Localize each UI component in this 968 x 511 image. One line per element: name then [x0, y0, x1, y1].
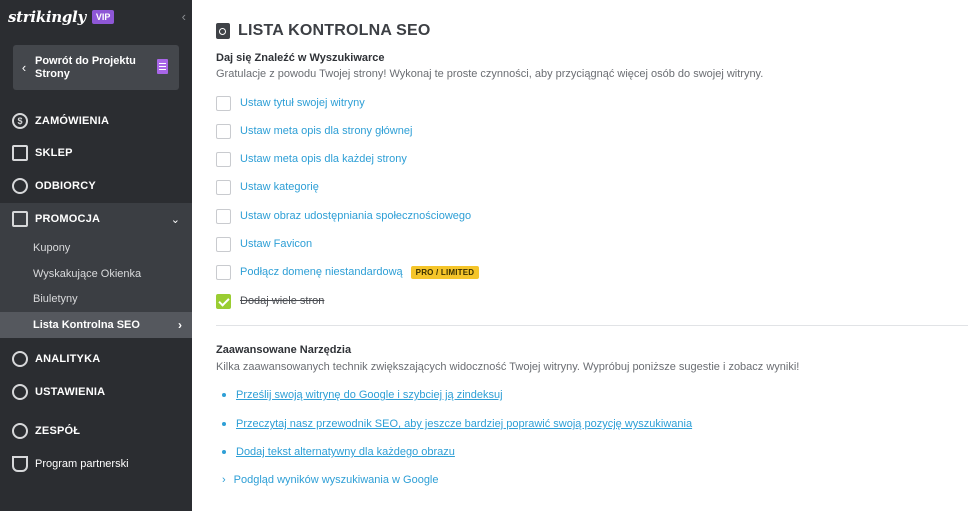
checklist-label[interactable]: Ustaw tytuł swojej witryny	[240, 97, 365, 109]
sidebar-item-analytics[interactable]: ANALITYKA	[0, 343, 192, 375]
checkbox[interactable]	[216, 236, 231, 252]
advanced-link[interactable]: Prześlij swoją witrynę do Google i szybc…	[222, 389, 503, 401]
checklist-item[interactable]: Ustaw meta opis dla każdej strony	[216, 151, 407, 167]
bullet-icon	[222, 450, 226, 454]
checklist-label[interactable]: Ustaw obraz udostępniania społecznościow…	[240, 210, 471, 222]
checkbox[interactable]	[216, 179, 231, 195]
checklist-label: Dodaj wiele stron	[240, 295, 325, 307]
vip-badge: VIP	[91, 10, 115, 24]
sidebar-item-settings[interactable]: USTAWIENIA	[0, 376, 192, 408]
sidebar-item-label: SKLEP	[35, 147, 73, 159]
checklist-item[interactable]: Ustaw meta opis dla strony głównej	[216, 123, 412, 139]
chevron-left-icon: ‹	[21, 60, 27, 75]
sidebar-item-label: Lista Kontrolna SEO	[33, 319, 140, 331]
link-text[interactable]: Dodaj tekst alternatywny dla każdego obr…	[236, 446, 455, 458]
checkbox[interactable]	[216, 123, 231, 139]
sidebar: strikingly VIP ‹ ‹ Powrót do Projektu St…	[0, 0, 192, 511]
advanced-link[interactable]: Dodaj tekst alternatywny dla każdego obr…	[222, 446, 455, 458]
sidebar-item-audience[interactable]: ODBIORCY	[0, 170, 192, 202]
sidebar-item-partner[interactable]: Program partnerski	[0, 448, 192, 480]
divider	[216, 325, 968, 326]
checklist-label[interactable]: Ustaw meta opis dla każdej strony	[240, 153, 407, 165]
bullet-icon	[222, 422, 226, 426]
checkbox-checked[interactable]	[216, 293, 231, 309]
sidebar-item-promotion[interactable]: PROMOCJA ⌄	[0, 203, 192, 235]
megaphone-icon	[12, 211, 28, 227]
sidebar-subitem-coupons[interactable]: Kupony	[0, 235, 192, 261]
sidebar-subitem-popups[interactable]: Wyskakujące Okienka	[0, 261, 192, 287]
sidebar-item-label: ZESPÓŁ	[35, 425, 81, 437]
sidebar-item-label: Program partnerski	[35, 458, 129, 470]
section-title-find: Daj się Znaleźć w Wyszukiwarce	[216, 52, 385, 64]
link-text[interactable]: Podgląd wyników wyszukiwania w Google	[234, 474, 439, 486]
section-desc-find: Gratulacje z powodu Twojej strony! Wykon…	[216, 68, 764, 80]
section-title-advanced: Zaawansowane Narzędzia	[216, 344, 352, 356]
link-text[interactable]: Przeczytaj nasz przewodnik SEO, aby jesz…	[236, 418, 692, 430]
checklist-label[interactable]: Podłącz domenę niestandardową	[240, 266, 403, 278]
chevron-right-icon: ›	[222, 474, 226, 486]
checklist-label[interactable]: Ustaw kategorię	[240, 181, 319, 193]
back-to-project-button[interactable]: ‹ Powrót do Projektu Strony	[13, 45, 179, 90]
chart-pie-icon	[12, 351, 28, 367]
checklist-item[interactable]: Ustaw kategorię	[216, 179, 319, 195]
sidebar-item-label: PROMOCJA	[35, 213, 101, 225]
document-icon	[157, 59, 168, 74]
chevron-down-icon: ⌄	[170, 213, 180, 226]
main-content: LISTA KONTROLNA SEO Daj się Znaleźć w Wy…	[192, 0, 968, 511]
checkbox[interactable]	[216, 208, 231, 224]
checkbox[interactable]	[216, 264, 231, 280]
sidebar-subitem-seo[interactable]: Lista Kontrolna SEO ›	[0, 312, 192, 338]
logo-row: strikingly VIP ‹	[0, 0, 192, 34]
checkbox[interactable]	[216, 151, 231, 167]
sidebar-item-store[interactable]: SKLEP	[0, 137, 192, 169]
people-icon	[12, 178, 28, 194]
advanced-link[interactable]: Przeczytaj nasz przewodnik SEO, aby jesz…	[222, 418, 692, 430]
search-preview-toggle[interactable]: › Podgląd wyników wyszukiwania w Google	[222, 474, 439, 486]
page-title: LISTA KONTROLNA SEO	[238, 22, 431, 39]
checkbox[interactable]	[216, 95, 231, 111]
checklist-label[interactable]: Ustaw Favicon	[240, 238, 312, 250]
checklist-item[interactable]: Ustaw obraz udostępniania społecznościow…	[216, 208, 471, 224]
bullet-icon	[222, 393, 226, 397]
sidebar-item-team[interactable]: ZESPÓŁ	[0, 415, 192, 447]
chevron-left-icon[interactable]: ‹	[182, 9, 186, 24]
back-to-project-label: Powrót do Projektu Strony	[35, 54, 136, 80]
sidebar-subitem-newsletters[interactable]: Biuletyny	[0, 286, 192, 312]
sidebar-item-label: ODBIORCY	[35, 180, 96, 192]
team-icon	[12, 423, 28, 439]
sidebar-item-orders[interactable]: $ ZAMÓWIENIA	[0, 105, 192, 137]
checklist-item[interactable]: Podłącz domenę niestandardową PRO / LIMI…	[216, 264, 480, 280]
sidebar-item-label: USTAWIENIA	[35, 386, 106, 398]
checklist-item[interactable]: Ustaw Favicon	[216, 236, 312, 252]
dollar-icon: $	[12, 113, 28, 129]
chevron-right-icon: ›	[178, 318, 182, 332]
checklist-item[interactable]: Dodaj wiele stron	[216, 293, 324, 309]
sidebar-item-label: ZAMÓWIENIA	[35, 115, 110, 127]
pro-limited-badge: PRO / LIMITED	[410, 265, 480, 279]
checklist-label[interactable]: Ustaw meta opis dla strony głównej	[240, 125, 412, 137]
sidebar-item-label: ANALITYKA	[35, 353, 101, 365]
link-text[interactable]: Prześlij swoją witrynę do Google i szybc…	[236, 389, 503, 401]
search-doc-icon	[216, 23, 230, 39]
section-desc-advanced: Kilka zaawansowanych technik zwiększając…	[216, 361, 800, 373]
store-icon	[12, 145, 28, 161]
strikingly-logo[interactable]: strikingly	[8, 8, 86, 26]
gear-icon	[12, 384, 28, 400]
checklist-item[interactable]: Ustaw tytuł swojej witryny	[216, 95, 365, 111]
page-header: LISTA KONTROLNA SEO	[216, 22, 431, 40]
trophy-icon	[12, 456, 28, 472]
